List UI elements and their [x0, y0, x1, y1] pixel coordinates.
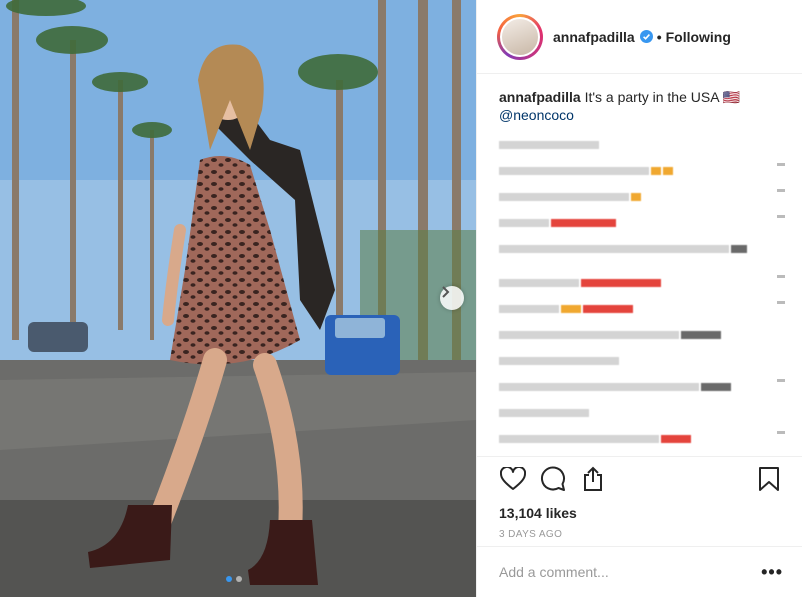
- blurred-comment: [499, 136, 783, 149]
- blurred-comment: [499, 326, 783, 339]
- post-author-username[interactable]: annafpadilla: [553, 29, 635, 45]
- more-options-icon[interactable]: •••: [761, 562, 783, 583]
- verified-badge-icon: [639, 30, 653, 43]
- blurred-comment: [499, 274, 785, 287]
- post-photo[interactable]: [0, 0, 476, 597]
- comment-button[interactable]: [539, 465, 567, 493]
- heart-icon: [500, 467, 526, 490]
- header-separator: •: [656, 28, 662, 45]
- share-button[interactable]: [579, 465, 607, 493]
- bookmark-icon: [759, 467, 779, 491]
- avatar: [500, 16, 540, 57]
- post-caption: annafpadilla It's a party in the USA 🇺🇸 …: [499, 88, 783, 124]
- blurred-comment: [499, 300, 785, 313]
- blurred-comment: [499, 240, 783, 253]
- post-actions: 13,104 likes 3 DAYS AGO: [477, 456, 802, 546]
- blurred-comment: [499, 188, 785, 201]
- share-icon: [584, 466, 602, 491]
- caption-username[interactable]: annafpadilla: [499, 89, 581, 105]
- caption-text: It's a party in the USA 🇺🇸: [584, 89, 741, 105]
- chevron-right-icon: [442, 286, 450, 298]
- save-button[interactable]: [755, 465, 783, 493]
- caption-mention[interactable]: @neoncoco: [499, 107, 574, 123]
- carousel-indicator: [226, 576, 242, 582]
- blurred-comment: [499, 378, 785, 391]
- carousel-dot: [236, 576, 242, 582]
- blurred-comment: [499, 430, 785, 443]
- likes-count[interactable]: 13,104 likes: [499, 505, 783, 521]
- action-icons-row: [499, 465, 783, 493]
- blurred-comment: [499, 352, 783, 365]
- blurred-comment: [499, 214, 785, 227]
- post-details-panel: annafpadilla • Following annafpadilla It…: [476, 0, 802, 597]
- carousel-next-button[interactable]: [440, 286, 464, 310]
- like-button[interactable]: [499, 465, 527, 493]
- photo-scene: [0, 0, 476, 597]
- avatar-story-ring[interactable]: [497, 13, 543, 60]
- following-button[interactable]: Following: [666, 29, 731, 45]
- blurred-comment: [499, 162, 785, 175]
- comment-icon: [541, 466, 565, 491]
- post-timestamp[interactable]: 3 DAYS AGO: [499, 529, 783, 540]
- post-header: annafpadilla • Following: [477, 0, 802, 74]
- blurred-comment: [499, 404, 783, 417]
- add-comment-bar: •••: [477, 546, 802, 597]
- comments-section: annafpadilla It's a party in the USA 🇺🇸 …: [477, 74, 802, 456]
- add-comment-input[interactable]: [499, 564, 762, 580]
- carousel-dot-active: [226, 576, 232, 582]
